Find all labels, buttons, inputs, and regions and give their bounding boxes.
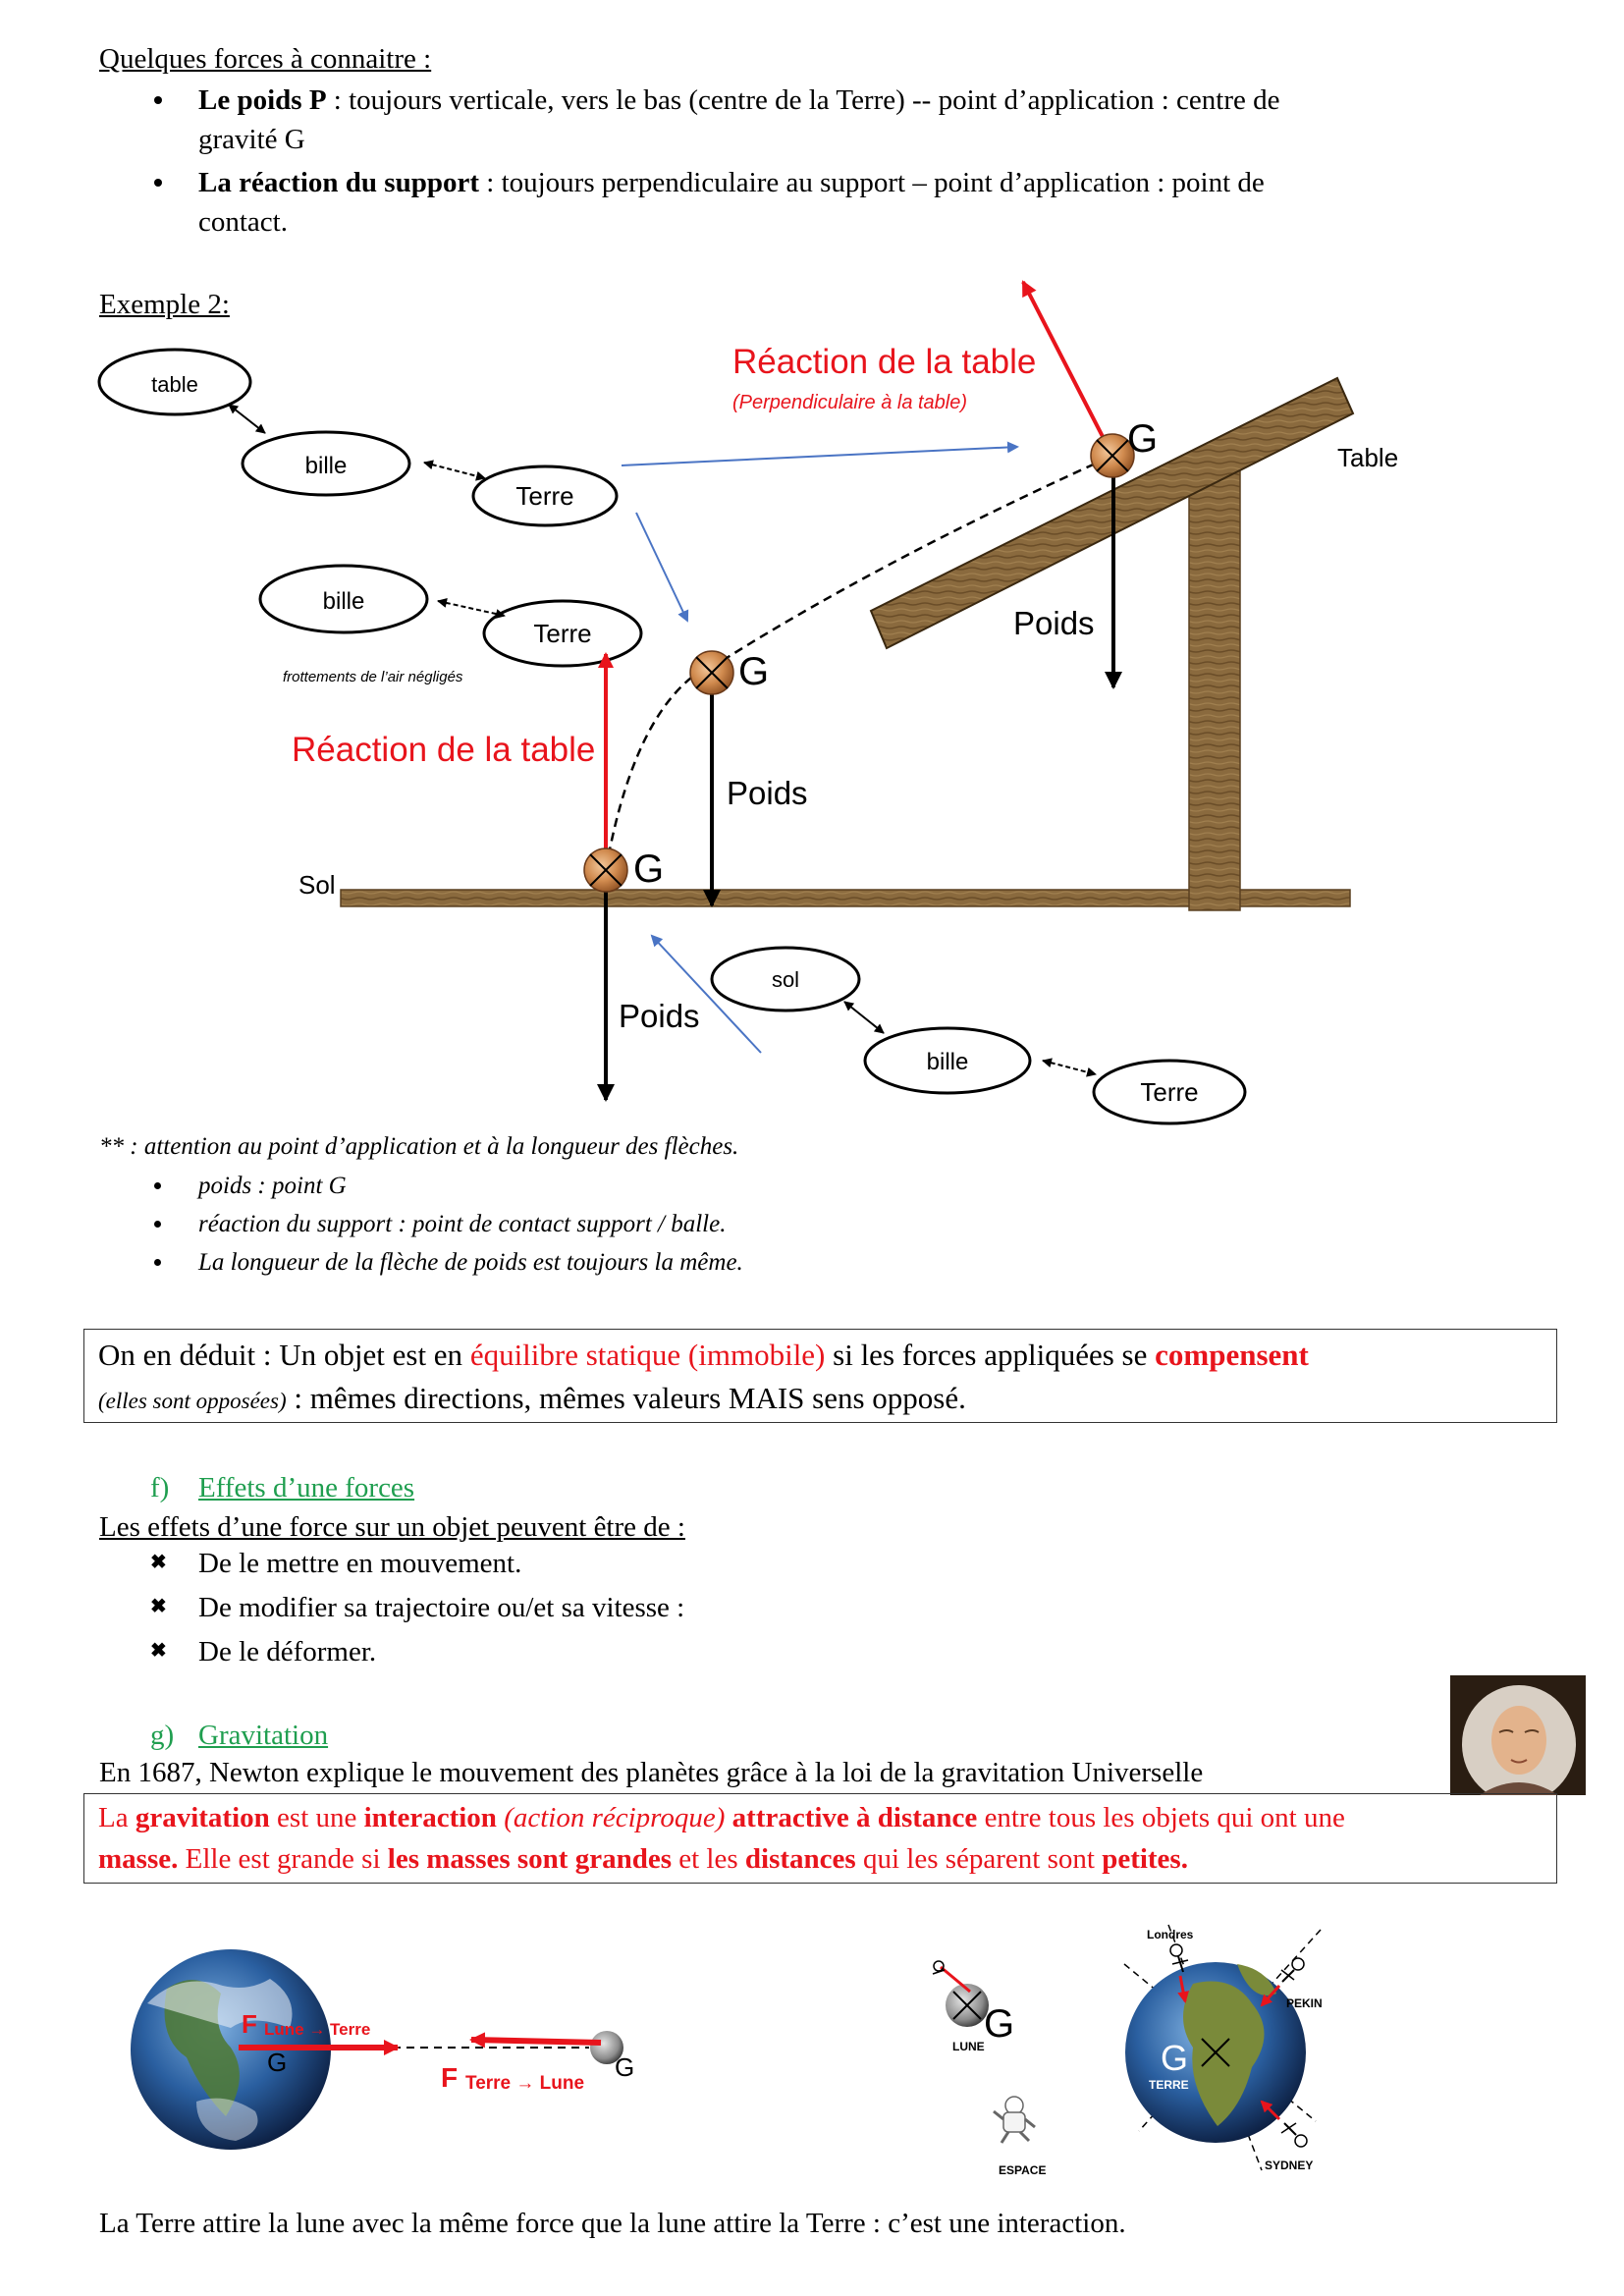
londres-label: Londres <box>1147 1928 1194 1941</box>
table-leg <box>1188 465 1241 911</box>
force-label: Lune → Terre <box>264 2020 370 2039</box>
g-label: G <box>633 847 664 891</box>
section-letter: g) <box>150 1720 175 1751</box>
bullet-dot <box>154 1182 161 1189</box>
g-label: G <box>738 650 769 693</box>
terre-label: TERRE <box>1149 2078 1189 2092</box>
bubble-text: bille <box>305 453 348 479</box>
pekin-label: PEKIN <box>1286 1996 1323 2010</box>
note-item: La longueur de la flèche de poids est to… <box>198 1249 743 1276</box>
trajectory <box>604 460 1101 871</box>
cross-icon: ✖ <box>150 1552 167 1573</box>
section-title: Effets d’une forces <box>198 1472 415 1503</box>
note-item: réaction du support : point de contact s… <box>198 1211 727 1237</box>
lune-label: LUNE <box>952 2040 985 2053</box>
bullet-dot <box>154 1259 161 1266</box>
gravitation-figure: F Lune → Terre G F Terre → Lune G G LUNE… <box>131 1924 1323 2177</box>
poids-label: Poids <box>727 775 808 811</box>
g-label: G <box>1161 2038 1188 2078</box>
effects-intro: Les effets d’une force sur un objet peuv… <box>99 1511 685 1543</box>
cross-icon: ✖ <box>150 1640 167 1662</box>
forces-diagram: table bille Terre bille Terre frottement… <box>97 280 1398 1125</box>
g-label: G <box>267 2048 287 2077</box>
bubble-text: sol <box>772 967 799 992</box>
gravitation-definition-box: La gravitation est une interaction (acti… <box>83 1793 1557 1884</box>
sydney-label: SYDNEY <box>1265 2159 1313 2172</box>
table-label: Table <box>1337 443 1398 472</box>
g-label: G <box>1127 417 1158 461</box>
astronaut-icon <box>993 2096 1036 2144</box>
deduction-text: On en déduit : Un objet est en équilibre… <box>98 1338 1309 1415</box>
bubble-text: Terre <box>515 481 573 511</box>
reaction-label: Réaction de la table <box>732 343 1036 381</box>
note-intro: ** : attention au point d’application et… <box>99 1133 739 1160</box>
bubble-text: bille <box>323 588 365 615</box>
cross-icon: ✖ <box>150 1596 167 1617</box>
sol-label: Sol <box>298 870 336 900</box>
deduction-box: On en déduit : Un objet est en équilibre… <box>83 1329 1557 1423</box>
espace-label: ESPACE <box>999 2163 1046 2177</box>
reaction-arrow <box>1021 280 1114 457</box>
bullet-dot <box>154 1221 161 1228</box>
poids-label: Poids <box>619 998 700 1034</box>
note-item: poids : point G <box>198 1173 347 1199</box>
poids-label: Poids <box>1013 605 1095 641</box>
bubble-text: bille <box>927 1049 969 1075</box>
effects-item: De le déformer. <box>198 1636 377 1667</box>
section-letter: f) <box>150 1472 170 1503</box>
frottements-note: frottements de l’air négligés <box>283 669 463 685</box>
bubble-text: Terre <box>533 619 591 648</box>
g-label: G <box>615 2052 634 2082</box>
force-f: F <box>242 2009 257 2039</box>
gravitation-definition: La gravitation est une interaction (acti… <box>98 1802 1345 1875</box>
g-label: G <box>984 2002 1014 2046</box>
force-label: Terre → Lune <box>465 2073 584 2094</box>
bubble-text: table <box>151 372 198 397</box>
perpendiculaire-label: (Perpendiculaire à la table) <box>732 392 967 413</box>
bubble-text: Terre <box>1140 1077 1198 1107</box>
effects-item: De le mettre en mouvement. <box>198 1548 522 1579</box>
person-icon <box>1280 2122 1308 2148</box>
reaction-label: Réaction de la table <box>292 731 595 769</box>
force-arrow <box>469 2032 602 2049</box>
section-title: Gravitation <box>198 1720 329 1751</box>
force-f: F <box>441 2062 458 2093</box>
gravitation-conclusion: La Terre attire la lune avec la même for… <box>99 2208 1126 2239</box>
effects-item: De modifier sa trajectoire ou/et sa vite… <box>198 1592 685 1623</box>
newton-portrait <box>1450 1675 1586 1795</box>
gravitation-intro: En 1687, Newton explique le mouvement de… <box>99 1757 1204 1788</box>
